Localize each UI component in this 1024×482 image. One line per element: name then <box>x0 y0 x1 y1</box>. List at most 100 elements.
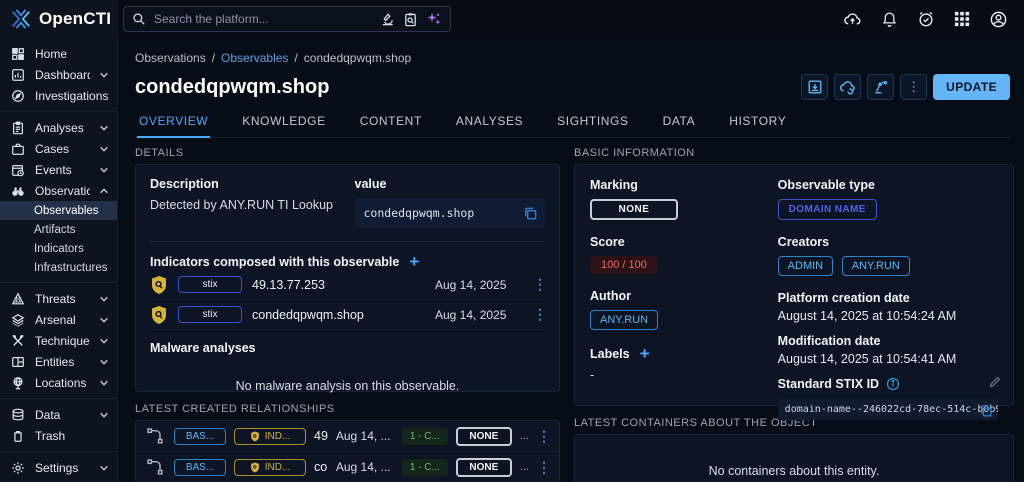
score-label: Score <box>590 235 778 249</box>
add-label-button[interactable]: + <box>640 345 650 362</box>
sidebar-item-arsenal[interactable]: Arsenal <box>0 309 117 330</box>
creator-chip[interactable]: ADMIN <box>778 256 833 276</box>
sidebar-item-techniques[interactable]: Techniques <box>0 330 117 351</box>
enrichment-cloud-refresh-button[interactable] <box>834 74 861 100</box>
edit-pen-icon[interactable] <box>988 375 1002 389</box>
add-indicator-button[interactable]: + <box>409 253 419 270</box>
sidebar-subitem-observables[interactable]: Observables <box>0 201 117 220</box>
breadcrumb-observations[interactable]: Observations <box>135 51 206 65</box>
sidebar-item-home[interactable]: Home <box>0 43 117 64</box>
observations-binoculars-icon <box>11 184 26 198</box>
tab-data[interactable]: DATA <box>661 110 698 137</box>
author-field: Author ANY.RUN <box>590 289 778 330</box>
indicator-name[interactable]: condedqpwqm.shop <box>252 308 425 322</box>
robot-arm-button[interactable] <box>867 74 894 100</box>
sidebar-subitem-infrastructures[interactable]: Infrastructures <box>0 258 117 277</box>
techniques-tools-icon <box>11 334 26 348</box>
pattern-type-chip: stix <box>178 276 242 293</box>
sidebar-subitem-artifacts[interactable]: Artifacts <box>0 220 117 239</box>
basic-information-header: BASIC INFORMATION <box>574 147 1014 159</box>
info-icon[interactable] <box>886 377 900 391</box>
sidebar-item-analyses[interactable]: Analyses <box>0 117 117 138</box>
cloud-upload-icon[interactable] <box>843 10 862 29</box>
sidebar-subitem-indicators[interactable]: Indicators <box>0 239 117 258</box>
dashboards-icon <box>11 68 26 82</box>
opencti-logo-icon <box>10 8 32 30</box>
sidebar-item-dashboards[interactable]: Dashboards <box>0 64 117 85</box>
tab-analyses[interactable]: ANALYSES <box>454 110 525 137</box>
sidebar-item-label: Cases <box>35 142 90 156</box>
marking-label: Marking <box>590 178 778 192</box>
relationship-type-chip: BAS... <box>174 459 226 476</box>
sidebar-item-events[interactable]: Events <box>0 159 117 180</box>
row-more-button[interactable]: ⋮ <box>537 459 549 476</box>
more-vert-icon: ⋮ <box>907 79 920 95</box>
tab-overview[interactable]: OVERVIEW <box>137 110 210 138</box>
sidebar-item-label: Investigations <box>35 89 109 103</box>
relationship-target-name[interactable]: 49.13.77.253 <box>314 429 328 443</box>
apps-grid-icon[interactable] <box>954 11 970 27</box>
sidebar-subitem-label: Indicators <box>34 243 84 255</box>
basic-left-column: Marking NONE Score 100 / 100 Author ANY.… <box>590 178 778 420</box>
indicators-label: Indicators composed with this observable <box>150 255 399 269</box>
score-chip: 100 / 100 <box>590 256 658 274</box>
sidebar-item-settings[interactable]: Settings <box>0 457 117 478</box>
update-button[interactable]: UPDATE <box>933 74 1010 100</box>
creator-chip[interactable]: ANY.RUN <box>842 256 910 276</box>
indicator-date: Aug 14, 2025 <box>435 278 523 292</box>
search-input[interactable]: Search the platform... <box>123 6 451 32</box>
breadcrumb-observables[interactable]: Observables <box>221 51 288 65</box>
arsenal-layers-icon <box>11 313 26 327</box>
confidence-chip: 1 - C... <box>402 428 448 445</box>
row-more-button[interactable]: ⋮ <box>533 276 545 293</box>
threats-flask-icon <box>11 292 26 306</box>
author-label: Author <box>590 289 778 303</box>
ai-sparkles-icon[interactable] <box>426 11 442 27</box>
more-options-button[interactable]: ⋮ <box>900 74 927 100</box>
sidebar-item-label: Home <box>35 47 109 61</box>
right-column: BASIC INFORMATION Marking NONE Score 100… <box>574 147 1014 482</box>
row-more-button[interactable]: ⋮ <box>533 306 545 323</box>
tab-content[interactable]: CONTENT <box>358 110 424 137</box>
microscope-icon[interactable] <box>380 12 395 27</box>
sidebar-item-entities[interactable]: Entities <box>0 351 117 372</box>
indicator-name[interactable]: 49.13.77.253 <box>252 278 425 292</box>
chevron-down-icon <box>99 165 109 175</box>
clipboard-search-icon[interactable] <box>403 12 418 27</box>
sidebar-item-locations[interactable]: Locations <box>0 372 117 393</box>
indicator-row[interactable]: stix condedqpwqm.shop Aug 14, 2025 ⋮ <box>150 300 545 330</box>
tab-history[interactable]: HISTORY <box>727 110 788 137</box>
stix-id-value: domain-name--246022cd-78ec-514c-b0b9-39d… <box>778 399 998 420</box>
chevron-down-icon <box>99 336 109 346</box>
indicator-row[interactable]: stix 49.13.77.253 Aug 14, 2025 ⋮ <box>150 270 545 300</box>
trash-icon <box>11 429 26 443</box>
tab-sightings[interactable]: SIGHTINGS <box>555 110 630 137</box>
copy-icon[interactable] <box>523 206 538 221</box>
relationships-header: LATEST CREATED RELATIONSHIPS <box>135 403 560 415</box>
copy-icon[interactable] <box>979 404 993 418</box>
relationship-row[interactable]: BAS... IND... 49.13.77.253 Aug 14, ... 1… <box>136 421 559 452</box>
sidebar-divider <box>0 111 117 112</box>
sidebar-item-trash[interactable]: Trash <box>0 425 117 446</box>
modification-date-value: August 14, 2025 at 10:54:41 AM <box>778 352 998 366</box>
relationship-icon <box>146 458 166 476</box>
observable-value: condedqpwqm.shop <box>355 198 546 228</box>
sidebar-item-cases[interactable]: Cases <box>0 138 117 159</box>
author-chip[interactable]: ANY.RUN <box>590 310 658 330</box>
sidebar-item-investigations[interactable]: Investigations <box>0 85 117 106</box>
sidebar-item-threats[interactable]: Threats <box>0 288 117 309</box>
tab-knowledge[interactable]: KNOWLEDGE <box>240 110 327 137</box>
logo-text: OpenCTI <box>39 9 111 29</box>
sidebar-divider <box>0 282 117 283</box>
sidebar-item-data[interactable]: Data <box>0 404 117 425</box>
alarm-check-icon[interactable] <box>917 10 935 28</box>
labels-field: Labels + - <box>590 345 778 382</box>
relationship-target-name[interactable]: condedqpwqm.shop <box>314 460 328 474</box>
row-more-button[interactable]: ⋮ <box>537 428 549 445</box>
sidebar-item-observations[interactable]: Observations <box>0 180 117 201</box>
logo[interactable]: OpenCTI <box>0 0 118 38</box>
account-circle-icon[interactable] <box>989 10 1008 29</box>
relationship-row[interactable]: BAS... IND... condedqpwqm.shop Aug 14, .… <box>136 452 559 482</box>
notifications-bell-icon[interactable] <box>881 11 898 28</box>
export-download-button[interactable] <box>801 74 828 100</box>
